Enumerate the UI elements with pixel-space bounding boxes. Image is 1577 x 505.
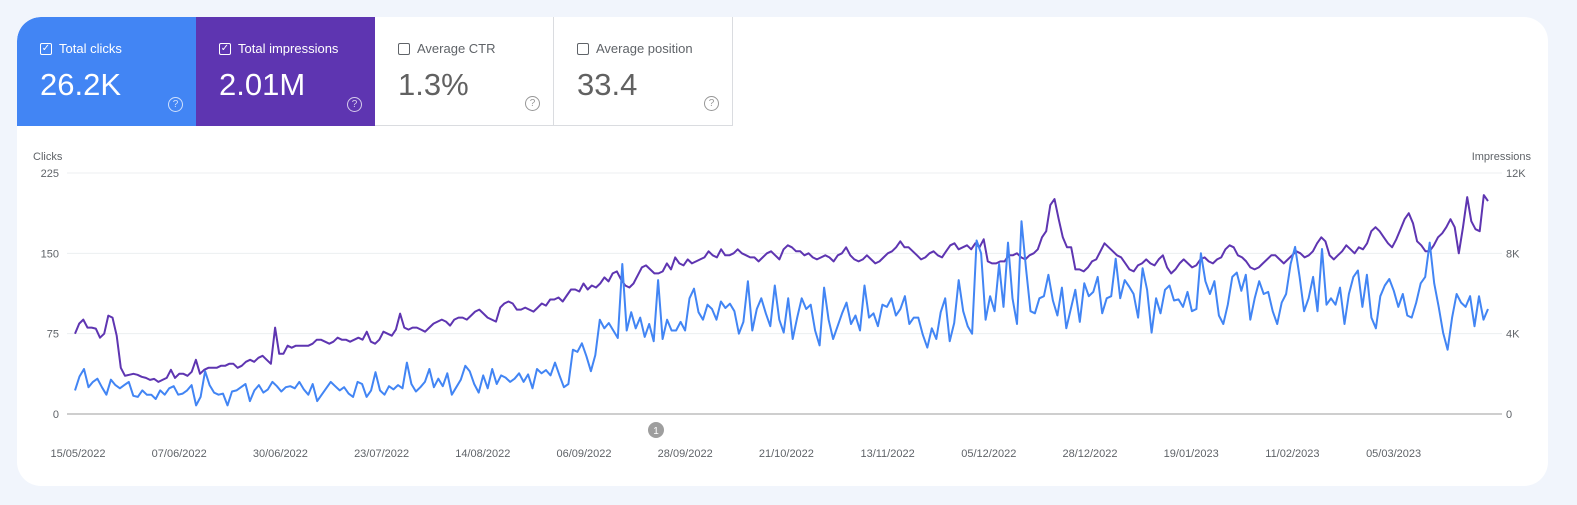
x-tick-label: 14/08/2022	[455, 448, 510, 460]
x-tick-label: 06/09/2022	[556, 448, 611, 460]
x-tick-label: 13/11/2022	[860, 448, 914, 460]
x-tick-label: 11/02/2023	[1265, 448, 1319, 460]
x-tick-label: 21/10/2022	[759, 448, 814, 460]
annotation-label: 1	[653, 426, 659, 437]
x-tick-label: 07/06/2022	[152, 448, 207, 460]
series-line-clicks	[74, 220, 1489, 407]
left-tick-label: 150	[41, 248, 59, 260]
x-tick-label: 15/05/2022	[50, 448, 105, 460]
left-tick-label: 75	[47, 329, 59, 341]
x-tick-label: 05/03/2023	[1366, 448, 1421, 460]
right-tick-label: 4K	[1506, 329, 1520, 341]
right-tick-label: 12K	[1506, 168, 1526, 180]
left-tick-label: 225	[41, 168, 59, 180]
right-axis-label: Impressions	[1472, 151, 1532, 163]
right-tick-label: 8K	[1506, 248, 1520, 260]
series-line-impressions	[74, 194, 1489, 383]
right-tick-label: 0	[1506, 409, 1512, 421]
left-axis-label: Clicks	[33, 151, 63, 163]
left-tick-label: 0	[53, 409, 59, 421]
x-tick-label: 30/06/2022	[253, 448, 308, 460]
x-tick-label: 28/12/2022	[1062, 448, 1117, 460]
x-tick-label: 05/12/2022	[961, 448, 1016, 460]
annotation-marker[interactable]: 1	[648, 422, 664, 438]
x-tick-label: 28/09/2022	[658, 448, 713, 460]
x-tick-label: 23/07/2022	[354, 448, 409, 460]
x-tick-label: 19/01/2023	[1164, 448, 1219, 460]
performance-chart: Clicks Impressions 0 0 75 4K 150 8K 225 12K 15/…	[33, 151, 1532, 460]
